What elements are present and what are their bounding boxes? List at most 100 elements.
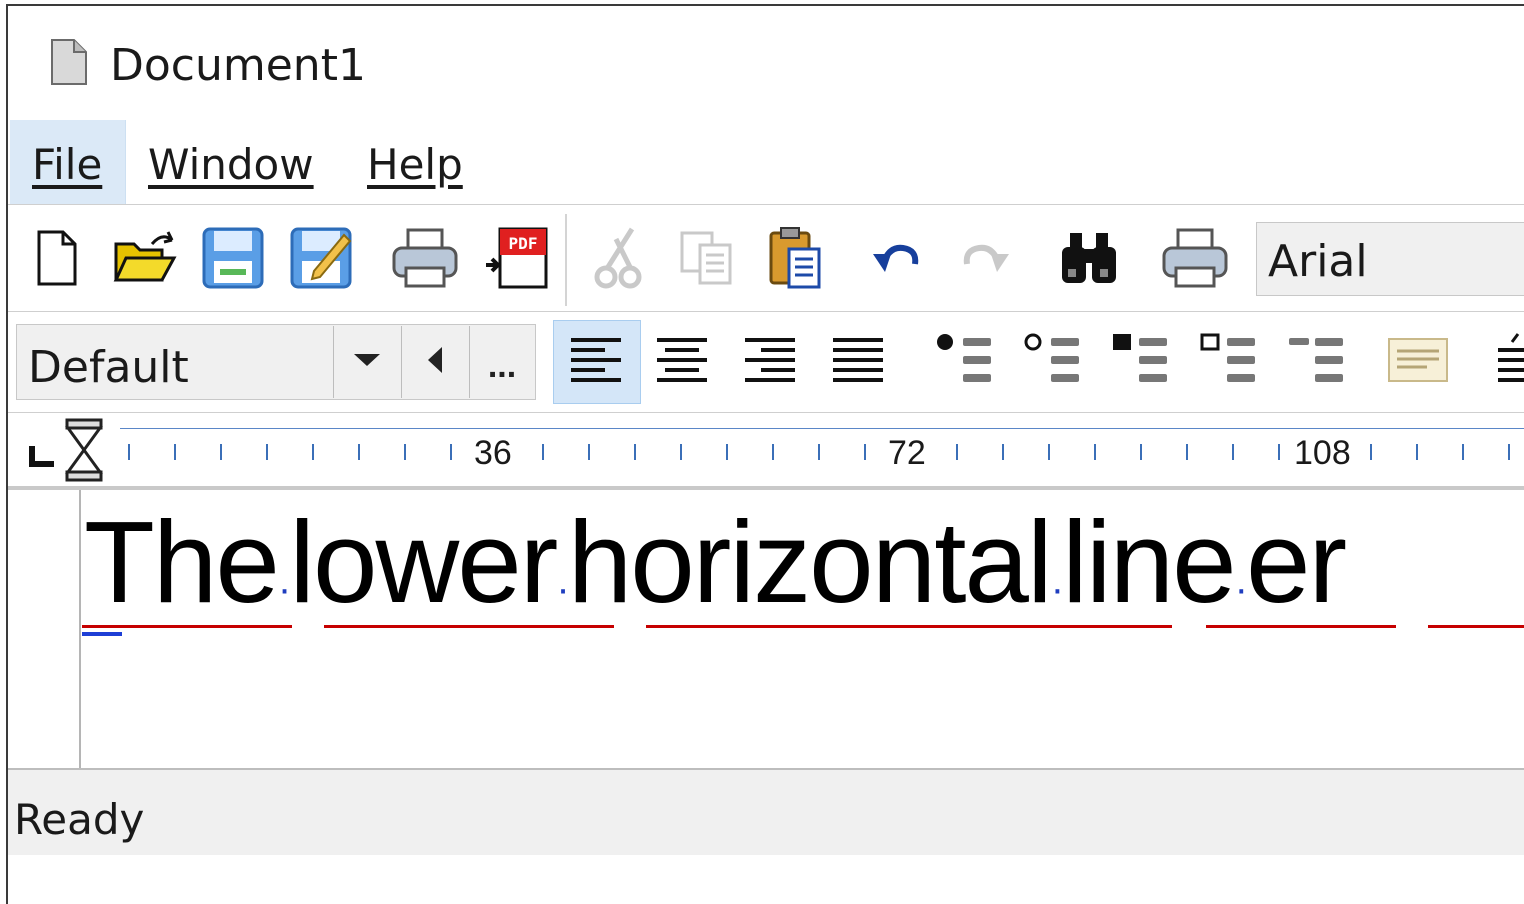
document-word: The xyxy=(84,497,280,627)
spelling-underline xyxy=(1206,625,1396,628)
menu-window-label: Window xyxy=(148,140,314,189)
more-label: ... xyxy=(487,347,517,385)
style-dropdown-button[interactable] xyxy=(334,326,400,398)
document-word: lower xyxy=(289,497,558,627)
open-button[interactable] xyxy=(110,222,180,298)
align-left-icon xyxy=(569,336,623,389)
ruler-tick xyxy=(1232,444,1234,460)
ruler-tick xyxy=(1002,444,1004,460)
bullet-list-open-square-button[interactable] xyxy=(1192,326,1264,398)
ruler-tick xyxy=(128,444,130,460)
menu-help-label: Help xyxy=(367,140,463,189)
print-preview-button[interactable] xyxy=(1160,222,1230,298)
align-left-button[interactable] xyxy=(560,326,632,398)
ruler-tick xyxy=(1462,444,1464,460)
space-marker: · xyxy=(277,567,291,611)
ruler-tick xyxy=(312,444,314,460)
font-name-value: Arial xyxy=(1268,236,1368,287)
print-icon xyxy=(390,226,460,295)
style-previous-button[interactable] xyxy=(402,326,468,398)
open-folder-icon xyxy=(112,230,178,291)
spelling-underline xyxy=(324,625,614,628)
ruler-scale-line xyxy=(120,428,1524,429)
bullet-list-filled-square-button[interactable] xyxy=(1104,326,1176,398)
bullet-filled-square-icon xyxy=(1109,332,1171,393)
document-word: er xyxy=(1245,497,1347,627)
ruler-tick xyxy=(772,444,774,460)
spelling-underline xyxy=(1428,625,1524,628)
text-cursor xyxy=(82,632,122,636)
bullet-list-dash-button[interactable] xyxy=(1280,326,1352,398)
paragraph-format-icon xyxy=(1387,337,1449,388)
ruler-tick xyxy=(956,444,958,460)
indent-marker-icon[interactable] xyxy=(64,418,104,489)
copy-button[interactable] xyxy=(672,222,742,298)
ruler-tick xyxy=(1370,444,1372,460)
export-pdf-button[interactable]: PDF xyxy=(482,222,552,298)
numbered-list-button[interactable] xyxy=(1478,326,1524,398)
print-button[interactable] xyxy=(390,222,460,298)
ruler-tick xyxy=(588,444,590,460)
save-icon xyxy=(200,225,266,296)
save-as-icon xyxy=(288,225,354,296)
spelling-underline xyxy=(82,625,292,628)
paragraph-style-value: Default xyxy=(28,342,189,393)
menu-file[interactable]: File xyxy=(32,140,102,190)
bullet-filled-circle-icon xyxy=(933,332,995,393)
menu-help[interactable]: Help xyxy=(367,140,463,190)
menu-separator xyxy=(8,204,1524,205)
ruler-tick xyxy=(1140,444,1142,460)
ruler-tick xyxy=(864,444,866,460)
bullet-open-square-icon xyxy=(1197,332,1259,393)
ruler-tick xyxy=(1278,444,1280,460)
style-more-button[interactable]: ... xyxy=(470,326,534,398)
cut-button[interactable] xyxy=(584,222,654,298)
ruler-tick xyxy=(634,444,636,460)
ruler-tick xyxy=(818,444,820,460)
space-marker: · xyxy=(1050,567,1064,611)
ruler-tick xyxy=(266,444,268,460)
bullet-list-filled-circle-button[interactable] xyxy=(928,326,1000,398)
ruler-tick xyxy=(1094,444,1096,460)
save-as-button[interactable] xyxy=(286,222,356,298)
bullet-list-open-circle-button[interactable] xyxy=(1016,326,1088,398)
ruler-tick xyxy=(1048,444,1050,460)
status-text: Ready xyxy=(14,795,145,844)
ruler-label: 36 xyxy=(474,434,512,472)
menu-window[interactable]: Window xyxy=(148,140,314,190)
paragraph-format-button[interactable] xyxy=(1382,326,1454,398)
redo-button[interactable] xyxy=(950,222,1020,298)
menu-file-label: File xyxy=(32,140,103,189)
undo-button[interactable] xyxy=(862,222,932,298)
find-button[interactable] xyxy=(1054,222,1124,298)
align-right-icon xyxy=(743,336,797,389)
align-justify-button[interactable] xyxy=(822,326,894,398)
save-button[interactable] xyxy=(198,222,268,298)
chevron-left-icon xyxy=(426,345,444,380)
align-right-button[interactable] xyxy=(734,326,806,398)
bullet-dash-icon xyxy=(1285,332,1347,393)
paste-icon xyxy=(765,225,825,296)
ruler-tick xyxy=(1508,444,1510,460)
space-marker: · xyxy=(556,567,569,611)
ruler-label: 108 xyxy=(1294,434,1351,472)
ruler-tick xyxy=(404,444,406,460)
align-center-icon xyxy=(655,336,709,389)
ruler-tick xyxy=(450,444,452,460)
window-title: Document1 xyxy=(110,40,366,91)
align-justify-icon xyxy=(831,336,885,389)
document-text-line[interactable]: The·lower·horizontal·line·er xyxy=(84,495,1347,656)
new-document-icon xyxy=(33,228,81,293)
export-pdf-icon: PDF xyxy=(484,225,550,296)
toolbar-separator xyxy=(565,214,567,306)
formatbar-divider xyxy=(8,412,1524,413)
status-bar xyxy=(8,770,1524,855)
ruler-tick xyxy=(680,444,682,460)
copy-icon xyxy=(678,229,736,292)
paste-button[interactable] xyxy=(760,222,830,298)
tab-stop-left-icon[interactable] xyxy=(28,444,58,473)
document-icon xyxy=(50,38,88,91)
bullet-open-circle-icon xyxy=(1021,332,1083,393)
align-center-button[interactable] xyxy=(646,326,718,398)
new-document-button[interactable] xyxy=(22,222,92,298)
